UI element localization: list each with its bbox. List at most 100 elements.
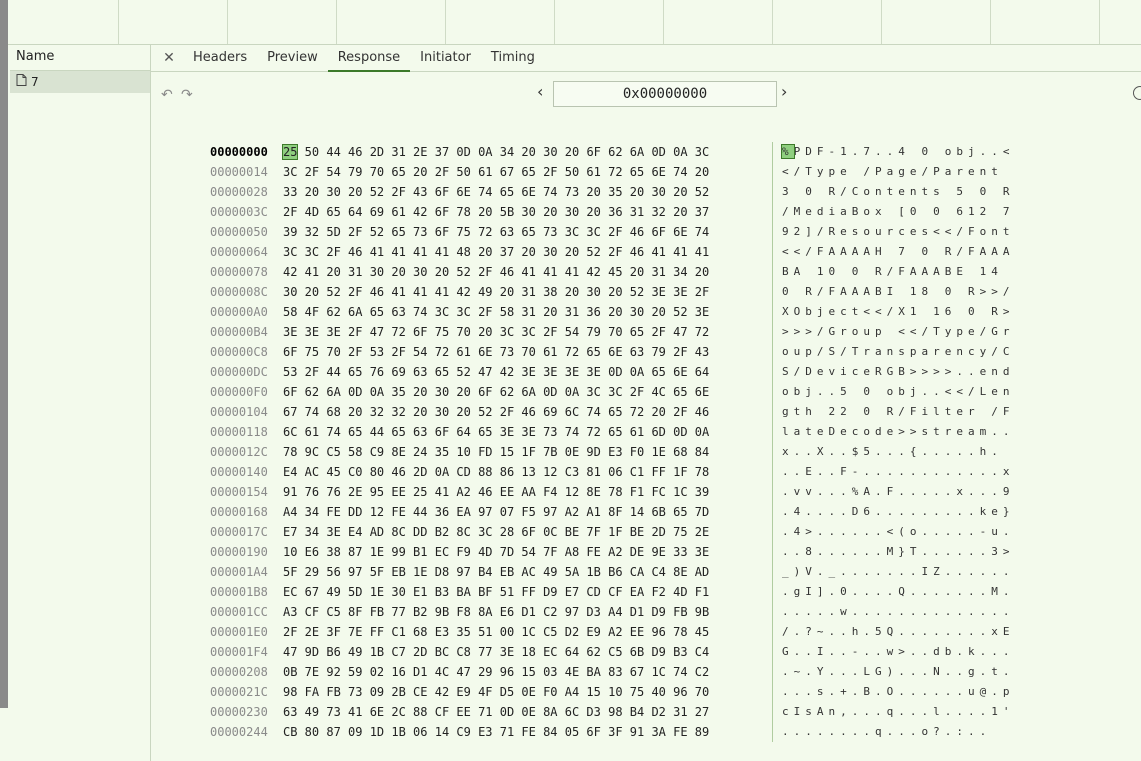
column-separator (772, 482, 773, 502)
offset-label: 00000118 (210, 425, 268, 439)
offset-label: 000000A0 (210, 305, 268, 319)
tab-headers[interactable]: Headers (183, 44, 257, 71)
hex-bytes[interactable]: 6C 61 74 65 44 65 63 6F 64 65 3E 3E 73 7… (283, 422, 709, 442)
request-row[interactable]: 7 (10, 71, 150, 93)
hex-bytes[interactable]: 39 32 5D 2F 52 65 73 6F 75 72 63 65 73 3… (283, 222, 709, 242)
ascii-text[interactable]: 92]/Resources<</Font (782, 222, 1014, 242)
ascii-text[interactable]: cIsAn,...q...l....1' (782, 702, 1014, 722)
column-separator (772, 702, 773, 722)
ascii-text[interactable]: %PDF-1.7..4 0 obj..< (781, 142, 1014, 162)
hex-bytes[interactable]: 5F 29 56 97 5F EB 1E D8 97 B4 EB AC 49 5… (283, 562, 709, 582)
hex-bytes[interactable]: 3C 3C 2F 46 41 41 41 41 48 20 37 20 30 2… (283, 242, 709, 262)
hex-bytes[interactable]: 0B 7E 92 59 02 16 D1 4C 47 29 96 15 03 4… (283, 662, 709, 682)
hex-bytes[interactable]: 78 9C C5 58 C9 8E 24 35 10 FD 15 1F 7B 0… (283, 442, 709, 462)
hex-bytes[interactable]: 6F 62 6A 0D 0A 35 20 30 20 6F 62 6A 0D 0… (283, 382, 709, 402)
undo-icon[interactable]: ↶ (161, 87, 173, 103)
offset-label: 00000140 (210, 465, 268, 479)
offset-label: 0000021C (210, 685, 268, 699)
hex-bytes[interactable]: 3E 3E 3E 2F 47 72 6F 75 70 20 3C 3C 2F 5… (283, 322, 709, 342)
offset-label: 000001F4 (210, 645, 268, 659)
ascii-text[interactable]: oup/S/Transparency/C (782, 342, 1014, 362)
column-separator (772, 242, 773, 262)
offset-label: 000000F0 (210, 385, 268, 399)
hex-bytes[interactable]: 53 2F 44 65 76 69 63 65 52 47 42 3E 3E 3… (283, 362, 709, 382)
ascii-text[interactable]: /MediaBox [0 0 612 7 (782, 202, 1014, 222)
column-separator (772, 282, 773, 302)
hex-bytes[interactable]: CB 80 87 09 1D 1B 06 14 C9 E3 71 FE 84 0… (283, 722, 709, 742)
hex-bytes[interactable]: 2F 2E 3F 7E FF C1 68 E3 35 51 00 1C C5 D… (283, 622, 709, 642)
request-name-panel: Name 7 (10, 44, 151, 761)
ascii-text[interactable]: S/DeviceRGB>>>>..end (782, 362, 1014, 382)
selected-char[interactable]: % (781, 144, 795, 159)
ascii-text[interactable]: 0 R/FAAABI 18 0 R>>/ (782, 282, 1014, 302)
offset-label: 00000050 (210, 225, 268, 239)
ascii-text[interactable]: x..X..$5...{.....h. (782, 442, 1003, 462)
redo-icon[interactable]: ↷ (181, 87, 193, 103)
ascii-text[interactable]: XObject<</X1 16 0 R> (782, 302, 1014, 322)
tab-initiator[interactable]: Initiator (410, 44, 481, 71)
hex-bytes[interactable]: 25 50 44 46 2D 31 2E 37 0D 0A 34 20 30 2… (281, 142, 709, 162)
ascii-text[interactable]: lateDecode>>stream.. (782, 422, 1014, 442)
ascii-text[interactable]: .4>......<(o.....-u. (782, 522, 1014, 542)
selected-byte[interactable]: 25 (281, 144, 299, 160)
ascii-text[interactable]: .4....D6.........ke} (782, 502, 1014, 522)
name-column-header[interactable]: Name (10, 44, 150, 71)
ascii-text[interactable]: obj..5 0 obj..<</Len (782, 382, 1014, 402)
tab-timing[interactable]: Timing (481, 44, 545, 71)
hex-bytes[interactable]: 58 4F 62 6A 65 63 74 3C 3C 2F 58 31 20 3… (283, 302, 709, 322)
ascii-text[interactable]: .vv...%A.F.....x...9 (782, 482, 1014, 502)
hex-bytes[interactable]: 2F 4D 65 64 69 61 42 6F 78 20 5B 30 20 3… (283, 202, 709, 222)
hex-bytes[interactable]: E4 AC 45 C0 80 46 2D 0A CD 88 86 13 12 C… (283, 462, 709, 482)
ascii-text[interactable]: <</FAAAAH 7 0 R/FAAA (782, 242, 1014, 262)
ascii-text[interactable]: 3 0 R/Contents 5 0 R (782, 182, 1014, 202)
ascii-text[interactable]: /.?~..h.5Q........xE (782, 622, 1014, 642)
ascii-text[interactable]: G..I..-..w>..db.k... (782, 642, 1014, 662)
hex-bytes[interactable]: 30 20 52 2F 46 41 41 41 42 49 20 31 38 2… (283, 282, 709, 302)
search-icon[interactable] (1133, 86, 1141, 100)
chevron-left-icon[interactable]: ‹ (537, 82, 543, 101)
hex-bytes[interactable]: 10 E6 38 87 1E 99 B1 EC F9 4D 7D 54 7F A… (283, 542, 709, 562)
ascii-text[interactable]: _)V._.......IZ...... (782, 562, 1014, 582)
ascii-text[interactable]: </Type /Page/Parent (782, 162, 1003, 182)
hex-bytes[interactable]: 3C 2F 54 79 70 65 20 2F 50 61 67 65 2F 5… (283, 162, 709, 182)
hex-bytes[interactable]: 98 FA FB 73 09 2B CE 42 E9 4F D5 0E F0 A… (283, 682, 709, 702)
offset-label: 00000014 (210, 165, 268, 179)
column-separator (772, 362, 773, 382)
close-icon[interactable]: ✕ (155, 50, 183, 66)
ascii-text[interactable]: ...s.+.B.O......u@.p (782, 682, 1014, 702)
ascii-text[interactable]: .~.Y...LG)...N..g.t. (782, 662, 1014, 682)
offset-label: 00000190 (210, 545, 268, 559)
hex-bytes[interactable]: EC 67 49 5D 1E 30 E1 B3 BA BF 51 FF D9 E… (283, 582, 709, 602)
hex-bytes[interactable]: A4 34 FE DD 12 FE 44 36 EA 97 07 F5 97 A… (283, 502, 709, 522)
hex-bytes[interactable]: 6F 75 70 2F 53 2F 54 72 61 6E 73 70 61 7… (283, 342, 709, 362)
offset-label: 00000168 (210, 505, 268, 519)
ascii-text[interactable]: .....w.............. (782, 602, 1014, 622)
tab-response[interactable]: Response (327, 44, 411, 72)
ascii-text[interactable]: >>>/Group <</Type/Gr (782, 322, 1014, 342)
ascii-text[interactable]: ..8......M}T......3> (782, 542, 1014, 562)
document-icon (16, 71, 27, 93)
timeline-divider (772, 0, 773, 44)
offset-label: 00000208 (210, 665, 268, 679)
ascii-text[interactable]: BA 10 0 R/FAAABE 14 (782, 262, 1003, 282)
column-separator (772, 682, 773, 702)
hex-bytes[interactable]: 67 74 68 20 32 32 20 30 20 52 2F 46 69 6… (283, 402, 709, 422)
left-scrollbar[interactable] (0, 0, 8, 708)
address-input[interactable]: 0x00000000 (553, 81, 777, 107)
hex-bytes[interactable]: 42 41 20 31 30 20 30 20 52 2F 46 41 41 4… (283, 262, 709, 282)
hex-bytes[interactable]: 33 20 30 20 52 2F 43 6F 6E 74 65 6E 74 7… (283, 182, 709, 202)
timeline-divider (227, 0, 228, 44)
hex-bytes[interactable]: 47 9D B6 49 1B C7 2D BC C8 77 3E 18 EC 6… (283, 642, 709, 662)
hex-bytes[interactable]: A3 CF C5 8F FB 77 B2 9B F8 8A E6 D1 C2 9… (283, 602, 709, 622)
ascii-text[interactable]: .gI].0....Q.......M. (782, 582, 1014, 602)
offset-label: 000001E0 (210, 625, 268, 639)
tab-preview[interactable]: Preview (257, 44, 328, 71)
ascii-text[interactable]: ..E..F-............x (782, 462, 1014, 482)
chevron-right-icon[interactable]: › (781, 82, 787, 101)
ascii-text[interactable]: gth 22 0 R/Filter /F (782, 402, 1014, 422)
timeline-divider (336, 0, 337, 44)
hex-bytes[interactable]: E7 34 3E E4 AD 8C DD B2 8C 3C 28 6F 0C B… (283, 522, 709, 542)
ascii-text[interactable]: ........q...o?.:.. (782, 722, 991, 742)
hex-bytes[interactable]: 91 76 76 2E 95 EE 25 41 A2 46 EE AA F4 1… (283, 482, 709, 502)
hex-bytes[interactable]: 63 49 73 41 6E 2C 88 CF EE 71 0D 0E 8A 6… (283, 702, 709, 722)
